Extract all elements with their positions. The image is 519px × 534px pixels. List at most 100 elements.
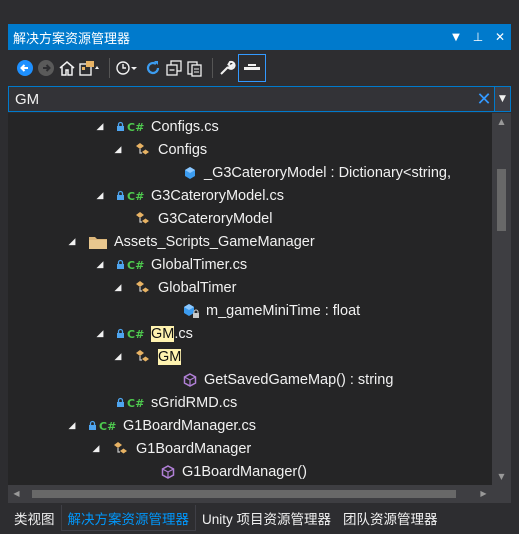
home-button[interactable] xyxy=(58,55,76,81)
show-all-files-icon xyxy=(187,61,202,77)
search-box: ✕ ▼ xyxy=(8,86,511,112)
expand-arrow-icon[interactable]: ◢ xyxy=(94,190,106,201)
scroll-left-icon[interactable]: ◀ xyxy=(8,485,25,503)
back-button[interactable] xyxy=(16,55,34,81)
expand-arrow-icon[interactable]: ◢ xyxy=(66,236,78,247)
tree-node-label: G3CateroryModel xyxy=(158,210,273,227)
tree-node-label: GetSavedGameMap() : string xyxy=(204,371,394,388)
tree-node-label: Assets_Scripts_GameManager xyxy=(114,233,315,250)
vertical-scroll-thumb[interactable] xyxy=(497,169,506,231)
back-arrow-icon xyxy=(17,60,33,76)
expand-arrow-icon[interactable]: ◢ xyxy=(94,259,106,270)
svg-text:C#: C# xyxy=(127,259,144,271)
tree-node[interactable]: ◢ Assets_Scripts_GameManager xyxy=(8,230,492,253)
method-icon xyxy=(160,464,176,480)
svg-text:C#: C# xyxy=(99,420,116,432)
home-icon xyxy=(59,61,75,76)
refresh-button[interactable] xyxy=(144,55,162,81)
window-title: 解决方案资源管理器 xyxy=(13,31,131,47)
csharp-icon: C# xyxy=(127,190,145,202)
svg-text:C#: C# xyxy=(127,328,144,340)
svg-text:C#: C# xyxy=(127,121,144,133)
scroll-down-icon[interactable]: ▼ xyxy=(492,468,511,485)
tree-node[interactable]: ◢ C# G1BoardManager.cs xyxy=(8,414,492,437)
expand-arrow-icon[interactable]: ◢ xyxy=(66,420,78,431)
search-input[interactable] xyxy=(9,88,474,110)
tree-node[interactable]: ◢ G1BoardManager xyxy=(8,437,492,460)
tree-node[interactable]: _G3CateroryModel : Dictionary<string, xyxy=(8,161,492,184)
forward-button[interactable] xyxy=(37,55,55,81)
tree-node[interactable]: ◢ Configs xyxy=(8,138,492,161)
pin-icon[interactable]: ⊥ xyxy=(467,26,489,48)
tab-unity-project-explorer[interactable]: Unity 项目资源管理器 xyxy=(196,505,337,531)
folder-icon xyxy=(88,234,108,250)
tree-node-label: sGridRMD.cs xyxy=(151,394,238,411)
csharp-icon: C# xyxy=(127,259,145,271)
tree-node[interactable]: ◢ C# GM.cs xyxy=(8,322,492,345)
lock-icon xyxy=(88,420,97,431)
csharp-icon: C# xyxy=(127,328,145,340)
scroll-right-icon[interactable]: ▶ xyxy=(475,485,492,503)
tree-node-label: _G3CateroryModel : Dictionary<string, xyxy=(204,164,452,181)
tree-node-label: GM xyxy=(158,348,182,365)
tab-class-view[interactable]: 类视图 xyxy=(8,505,61,531)
tree-node-label: G1BoardManager xyxy=(136,440,252,457)
tree-node[interactable]: ◢ C# GlobalTimer.cs xyxy=(8,253,492,276)
tree-node-label: GM.cs xyxy=(151,325,193,342)
lock-icon xyxy=(116,328,125,339)
preview-selected-items-button[interactable] xyxy=(238,54,266,82)
toolbar-separator xyxy=(212,58,213,78)
tab-solution-explorer[interactable]: 解决方案资源管理器 xyxy=(60,505,196,531)
tree-node[interactable]: G3CateroryModel xyxy=(8,207,492,230)
expand-arrow-icon[interactable]: ◢ xyxy=(112,351,124,362)
class-icon xyxy=(134,349,152,365)
tree-node[interactable]: G1BoardManager() xyxy=(8,460,492,483)
collapse-all-icon xyxy=(166,60,182,76)
collapse-all-button[interactable] xyxy=(165,55,183,81)
csharp-icon: C# xyxy=(127,121,145,133)
scroll-up-icon[interactable]: ▲ xyxy=(492,113,511,130)
close-icon[interactable]: ✕ xyxy=(489,26,511,48)
switch-views-button[interactable] xyxy=(79,55,101,81)
expand-arrow-icon[interactable]: ◢ xyxy=(94,121,106,132)
method-icon xyxy=(182,372,198,388)
tree-node[interactable]: GetSavedGameMap() : string xyxy=(8,368,492,391)
tree-node-label: Configs xyxy=(158,141,208,158)
expand-arrow-icon[interactable]: ◢ xyxy=(112,144,124,155)
horizontal-scroll-thumb[interactable] xyxy=(32,490,456,498)
tree-node-label: GlobalTimer xyxy=(158,279,237,296)
csharp-icon: C# xyxy=(127,397,145,409)
tree-node-label: G1BoardManager.cs xyxy=(123,417,256,434)
expand-arrow-icon[interactable]: ◢ xyxy=(90,443,102,454)
horizontal-scrollbar[interactable]: ◀ ▶ xyxy=(8,485,492,503)
solution-tree: ◢ C# Configs.cs ◢ Configs _G3CateroryModel : … xyxy=(8,113,492,485)
dropdown-icon[interactable]: ▼ xyxy=(445,26,467,48)
expand-arrow-icon[interactable]: ◢ xyxy=(112,282,124,293)
clear-search-icon[interactable]: ✕ xyxy=(474,89,494,110)
tree-node[interactable]: ◢ C# G3CateroryModel.cs xyxy=(8,184,492,207)
vertical-scrollbar[interactable]: ▲ ▼ xyxy=(492,113,511,485)
tab-team-explorer[interactable]: 团队资源管理器 xyxy=(337,505,444,531)
lock-icon xyxy=(116,121,125,132)
svg-text:C#: C# xyxy=(127,190,144,202)
svg-text:C#: C# xyxy=(127,397,144,409)
properties-button[interactable] xyxy=(218,55,236,81)
tree-node-label: G3CateroryModel.cs xyxy=(151,187,284,204)
lock-icon xyxy=(116,190,125,201)
show-all-files-button[interactable] xyxy=(186,55,204,81)
tree-node[interactable]: ◢ GlobalTimer xyxy=(8,276,492,299)
class-icon xyxy=(134,280,152,296)
title-bar: 解决方案资源管理器 ▼ ⊥ ✕ xyxy=(8,24,511,50)
switch-views-icon xyxy=(79,61,99,76)
tree-node[interactable]: m_gameMiniTime : float xyxy=(8,299,492,322)
pending-changes-filter-button[interactable] xyxy=(115,55,141,81)
lock-icon xyxy=(116,397,125,408)
toolbar-separator xyxy=(109,58,110,78)
class-icon xyxy=(112,441,130,457)
tree-node[interactable]: C# sGridRMD.cs xyxy=(8,391,492,414)
search-options-dropdown[interactable]: ▼ xyxy=(494,87,510,111)
expand-arrow-icon[interactable]: ◢ xyxy=(94,328,106,339)
tree-node[interactable]: ◢ GM xyxy=(8,345,492,368)
tree-node[interactable]: ◢ C# Configs.cs xyxy=(8,115,492,138)
field-lock-icon xyxy=(182,303,200,319)
